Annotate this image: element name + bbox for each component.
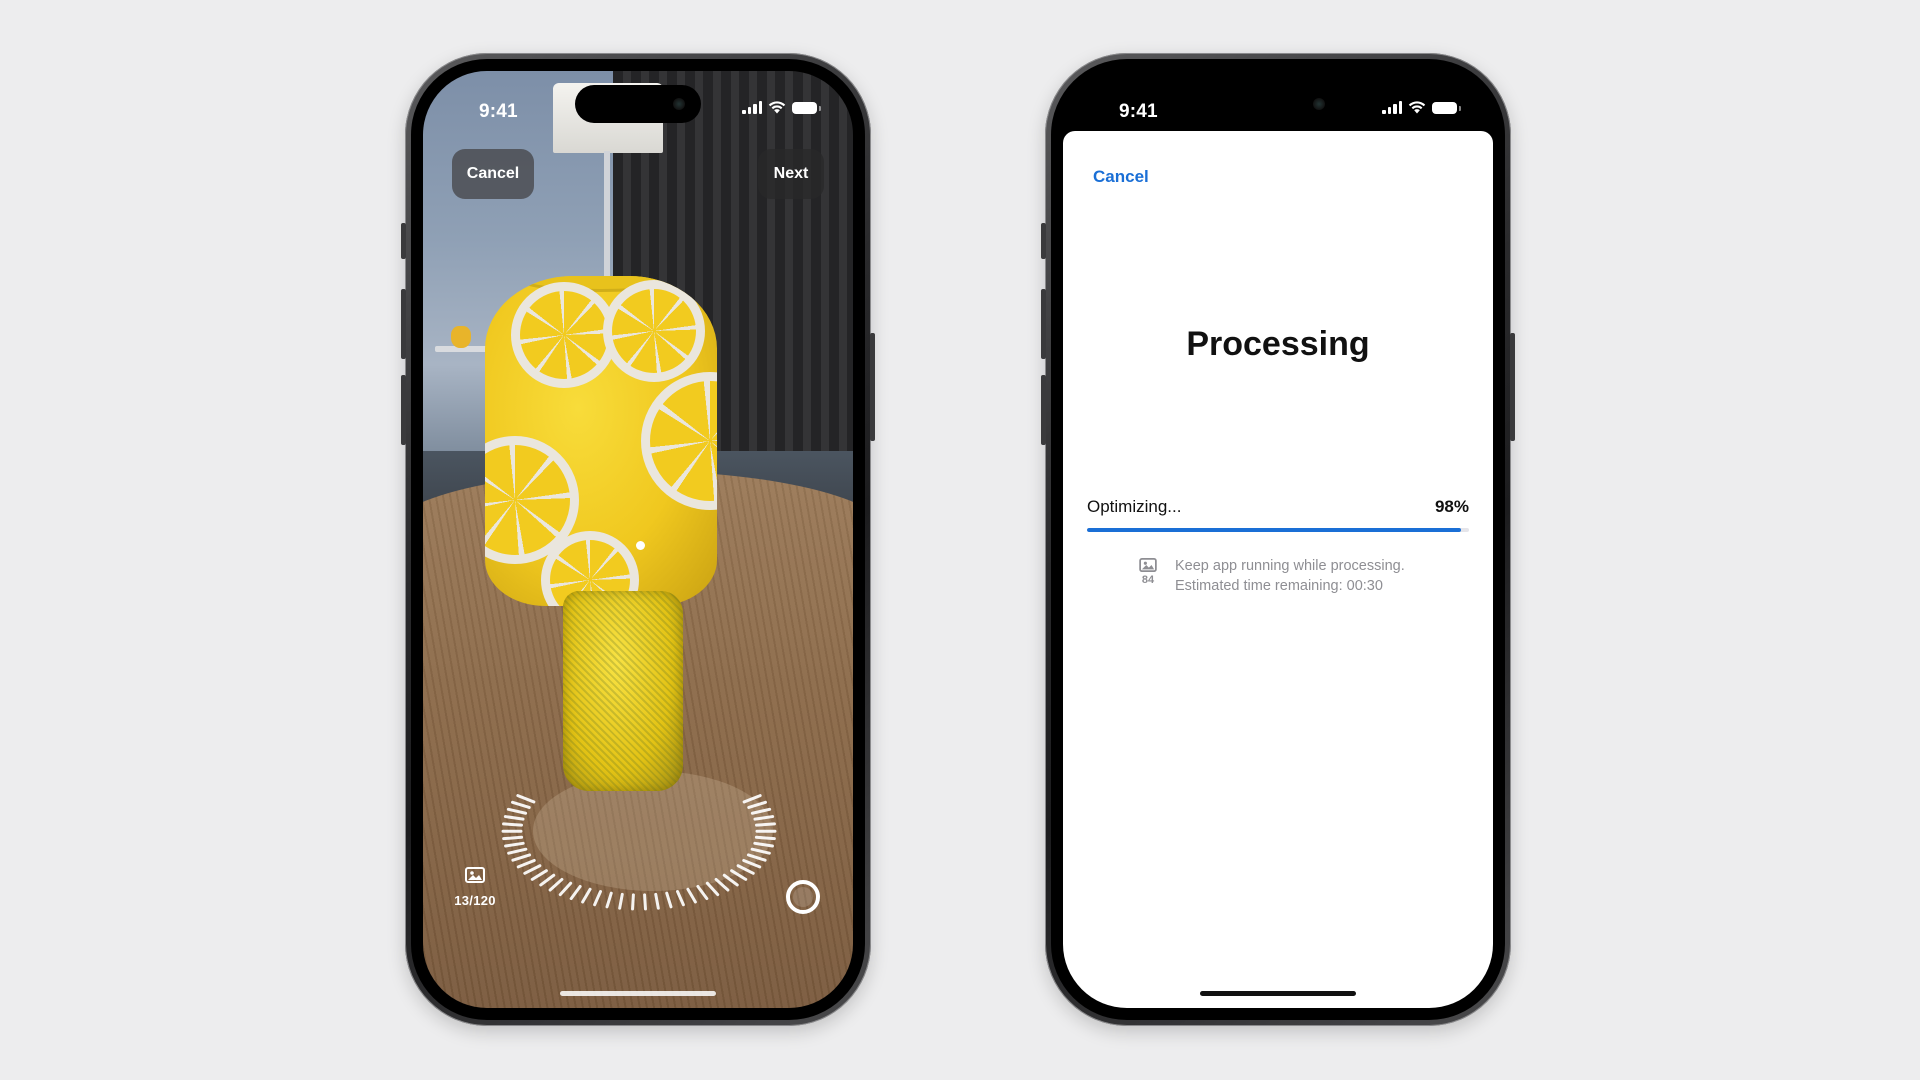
page-title: Processing [1186, 325, 1370, 363]
capture-tick [730, 869, 748, 881]
info-line-time-remaining: Estimated time remaining: 00:30 [1175, 578, 1383, 594]
image-count-indicator: 84 [1137, 556, 1159, 596]
cellular-signal-icon [742, 101, 762, 114]
front-camera [1313, 98, 1325, 110]
capture-tick [503, 815, 525, 821]
capture-tick [665, 891, 673, 909]
home-indicator[interactable] [1200, 991, 1356, 996]
dynamic-island [575, 85, 701, 123]
status-icons [742, 101, 821, 114]
next-button[interactable]: Next [758, 149, 824, 199]
capture-tick [511, 853, 532, 862]
image-count: 84 [1141, 574, 1155, 586]
capture-tick [736, 864, 755, 875]
status-time: 9:41 [479, 101, 518, 122]
photo-icon [1139, 558, 1157, 572]
shot-count: 13/120 [454, 893, 496, 908]
capture-tick [516, 858, 536, 869]
capture-tick [750, 847, 771, 855]
progress-percent: 98% [1434, 497, 1469, 516]
capture-tick [676, 889, 685, 907]
power-button [870, 333, 875, 441]
processing-screen: 9:41 Cancel Processing Optimizing... 98%… [1063, 71, 1493, 1008]
capture-tick [753, 815, 775, 821]
capture-tick [605, 891, 613, 909]
status-icons [1382, 101, 1461, 114]
progress-header: Optimizing... 98% [1087, 497, 1469, 517]
capture-tick [581, 887, 592, 904]
info-line-keep-running: Keep app running while processing. [1175, 558, 1405, 574]
capture-tick [722, 873, 739, 887]
capture-tick [506, 807, 528, 815]
wifi-icon [768, 101, 786, 114]
silent-switch [1041, 223, 1046, 259]
silent-switch [401, 223, 406, 259]
capture-tick [714, 877, 730, 892]
capture-tick [742, 858, 762, 869]
capture-tick [755, 822, 776, 827]
capture-tick [643, 893, 647, 911]
capture-screen: 9:41 Cancel Next 13/120 [423, 71, 853, 1008]
capture-tick [530, 869, 548, 881]
battery-icon [1432, 101, 1461, 114]
wifi-icon [1408, 101, 1426, 114]
status-bar: 9:41 [1063, 71, 1493, 135]
status-bar: 9:41 [423, 71, 853, 135]
capture-tick [696, 884, 709, 901]
power-button [1510, 333, 1515, 441]
volume-down-button [401, 375, 406, 445]
shot-counter[interactable]: 13/120 [445, 867, 505, 908]
capture-tick [654, 892, 660, 910]
volume-down-button [1041, 375, 1046, 445]
capture-tick [539, 873, 556, 887]
progress-label: Optimizing... [1087, 497, 1182, 516]
capture-tick [686, 887, 697, 904]
capture-tick [548, 877, 564, 892]
capture-tick [511, 800, 531, 809]
capture-tick [742, 794, 762, 804]
capture-tick [747, 800, 767, 809]
cancel-button[interactable]: Cancel [452, 149, 534, 199]
processing-sheet: Cancel Processing Optimizing... 98% 84 K… [1063, 131, 1493, 1008]
capture-tick [516, 794, 536, 804]
battery-icon [792, 101, 821, 114]
photo-stack-icon [465, 867, 485, 883]
phone-capture: 9:41 Cancel Next 13/120 [401, 53, 875, 1026]
capture-tick [754, 835, 776, 841]
capture-tick [502, 822, 523, 827]
capture-tick [631, 893, 635, 911]
shutter-button-icon[interactable] [786, 880, 820, 914]
capture-tick [507, 847, 528, 855]
capture-tick [523, 864, 542, 875]
capture-tick [502, 835, 524, 841]
phone-processing: 9:41 Cancel Processing Optimizing... 98%… [1041, 53, 1515, 1026]
capture-tick [705, 881, 720, 897]
capture-tick [753, 841, 774, 848]
home-indicator[interactable] [560, 991, 716, 996]
capture-tick [504, 841, 525, 848]
dynamic-island [1215, 85, 1341, 123]
capture-tick [750, 807, 772, 815]
cellular-signal-icon [1382, 101, 1402, 114]
volume-up-button [401, 289, 406, 359]
stage: 9:41 Cancel Next 13/120 9:41 Cancel Proc… [0, 0, 1920, 1080]
processing-info: 84 Keep app running while processing. Es… [1137, 556, 1405, 596]
status-time: 9:41 [1119, 101, 1158, 122]
progress-bar-fill [1087, 528, 1462, 532]
volume-up-button [1041, 289, 1046, 359]
reticle-dot [636, 541, 645, 550]
cancel-button[interactable]: Cancel [1093, 167, 1149, 187]
capture-tick [558, 881, 573, 897]
capture-tick [746, 853, 767, 862]
info-text: Keep app running while processing. Estim… [1175, 556, 1405, 596]
capture-tick [593, 889, 602, 907]
progress-bar [1087, 528, 1469, 532]
capture-tick [569, 884, 582, 901]
capture-tick [618, 892, 624, 910]
front-camera [673, 98, 685, 110]
